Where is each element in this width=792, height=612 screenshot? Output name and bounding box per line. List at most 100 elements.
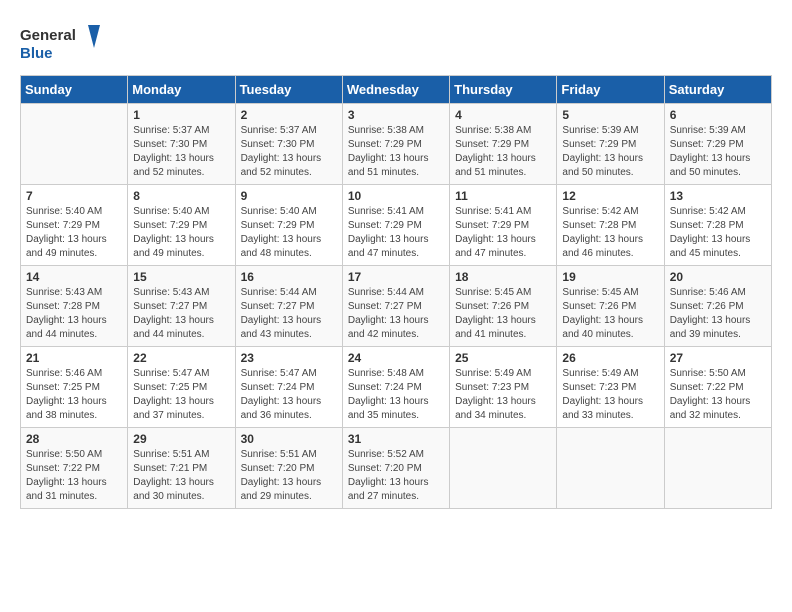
day-info: Sunrise: 5:38 AMSunset: 7:29 PMDaylight:… <box>348 124 444 180</box>
calendar-day-cell: 29Sunrise: 5:51 AMSunset: 7:21 PMDayligh… <box>128 428 235 509</box>
day-info: Sunrise: 5:41 AMSunset: 7:29 PMDaylight:… <box>348 205 444 261</box>
calendar-day-cell: 23 Sunrise: 5:47 AMSunset: 7:24 PMDayligh… <box>235 347 342 428</box>
calendar-day-cell: 7Sunrise: 5:40 AMSunset: 7:29 PMDaylight… <box>21 185 128 266</box>
calendar-day-cell: 30 Sunrise: 5:51 AMSunset: 7:20 PMDayligh… <box>235 428 342 509</box>
calendar-week-row: 21 Sunrise: 5:46 AMSunset: 7:25 PMDayligh… <box>21 347 772 428</box>
header-day-friday: Friday <box>557 76 664 104</box>
day-info: Sunrise: 5:52 AMSunset: 7:20 PMDaylight:… <box>348 448 444 504</box>
calendar-day-cell: 18 Sunrise: 5:45 AMSunset: 7:26 PMDayligh… <box>450 266 557 347</box>
header-day-sunday: Sunday <box>21 76 128 104</box>
calendar-week-row: 28Sunrise: 5:50 AMSunset: 7:22 PMDayligh… <box>21 428 772 509</box>
day-info: Sunrise: 5:37 AMSunset: 7:30 PMDaylight:… <box>241 124 337 180</box>
header-day-thursday: Thursday <box>450 76 557 104</box>
page-header: General Blue <box>20 20 772 65</box>
day-number: 22 <box>133 351 229 365</box>
svg-text:General: General <box>20 27 76 44</box>
day-number: 25 <box>455 351 551 365</box>
calendar-day-cell: 2 Sunrise: 5:37 AMSunset: 7:30 PMDaylight… <box>235 104 342 185</box>
day-number: 5 <box>562 108 658 122</box>
day-info: Sunrise: 5:42 AMSunset: 7:28 PMDaylight:… <box>562 205 658 261</box>
day-info: Sunrise: 5:46 AMSunset: 7:26 PMDaylight:… <box>670 286 766 342</box>
calendar-day-cell <box>557 428 664 509</box>
day-number: 7 <box>26 189 122 203</box>
day-number: 17 <box>348 270 444 284</box>
calendar-week-row: 14 Sunrise: 5:43 AMSunset: 7:28 PMDayligh… <box>21 266 772 347</box>
day-number: 30 <box>241 432 337 446</box>
header-day-saturday: Saturday <box>664 76 771 104</box>
day-number: 16 <box>241 270 337 284</box>
day-number: 1 <box>133 108 229 122</box>
calendar-day-cell <box>450 428 557 509</box>
day-info: Sunrise: 5:38 AMSunset: 7:29 PMDaylight:… <box>455 124 551 180</box>
day-number: 29 <box>133 432 229 446</box>
day-info: Sunrise: 5:40 AMSunset: 7:29 PMDaylight:… <box>133 205 229 261</box>
logo: General Blue <box>20 20 100 65</box>
day-number: 23 <box>241 351 337 365</box>
day-number: 28 <box>26 432 122 446</box>
day-number: 26 <box>562 351 658 365</box>
day-number: 15 <box>133 270 229 284</box>
calendar-day-cell: 1Sunrise: 5:37 AMSunset: 7:30 PMDaylight… <box>128 104 235 185</box>
day-info: Sunrise: 5:48 AMSunset: 7:24 PMDaylight:… <box>348 367 444 423</box>
day-info: Sunrise: 5:44 AMSunset: 7:27 PMDaylight:… <box>348 286 444 342</box>
calendar-day-cell: 28Sunrise: 5:50 AMSunset: 7:22 PMDayligh… <box>21 428 128 509</box>
header-day-monday: Monday <box>128 76 235 104</box>
day-number: 19 <box>562 270 658 284</box>
calendar-day-cell: 20Sunrise: 5:46 AMSunset: 7:26 PMDayligh… <box>664 266 771 347</box>
day-number: 6 <box>670 108 766 122</box>
day-info: Sunrise: 5:40 AMSunset: 7:29 PMDaylight:… <box>241 205 337 261</box>
day-info: Sunrise: 5:43 AMSunset: 7:28 PMDaylight:… <box>26 286 122 342</box>
day-number: 10 <box>348 189 444 203</box>
day-info: Sunrise: 5:39 AMSunset: 7:29 PMDaylight:… <box>670 124 766 180</box>
calendar-day-cell: 12Sunrise: 5:42 AMSunset: 7:28 PMDayligh… <box>557 185 664 266</box>
day-number: 31 <box>348 432 444 446</box>
day-number: 4 <box>455 108 551 122</box>
calendar-day-cell: 16 Sunrise: 5:44 AMSunset: 7:27 PMDayligh… <box>235 266 342 347</box>
calendar-day-cell: 22 Sunrise: 5:47 AMSunset: 7:25 PMDayligh… <box>128 347 235 428</box>
day-info: Sunrise: 5:39 AMSunset: 7:29 PMDaylight:… <box>562 124 658 180</box>
day-info: Sunrise: 5:47 AMSunset: 7:24 PMDaylight:… <box>241 367 337 423</box>
calendar-table: SundayMondayTuesdayWednesdayThursdayFrid… <box>20 75 772 509</box>
day-number: 18 <box>455 270 551 284</box>
calendar-day-cell: 31 Sunrise: 5:52 AMSunset: 7:20 PMDayligh… <box>342 428 449 509</box>
calendar-day-cell: 21 Sunrise: 5:46 AMSunset: 7:25 PMDayligh… <box>21 347 128 428</box>
day-number: 8 <box>133 189 229 203</box>
day-number: 14 <box>26 270 122 284</box>
calendar-day-cell: 8 Sunrise: 5:40 AMSunset: 7:29 PMDaylight… <box>128 185 235 266</box>
day-number: 9 <box>241 189 337 203</box>
day-number: 21 <box>26 351 122 365</box>
calendar-day-cell: 19Sunrise: 5:45 AMSunset: 7:26 PMDayligh… <box>557 266 664 347</box>
header-day-tuesday: Tuesday <box>235 76 342 104</box>
header-day-wednesday: Wednesday <box>342 76 449 104</box>
calendar-day-cell: 9 Sunrise: 5:40 AMSunset: 7:29 PMDaylight… <box>235 185 342 266</box>
day-info: Sunrise: 5:47 AMSunset: 7:25 PMDaylight:… <box>133 367 229 423</box>
day-info: Sunrise: 5:42 AMSunset: 7:28 PMDaylight:… <box>670 205 766 261</box>
calendar-header-row: SundayMondayTuesdayWednesdayThursdayFrid… <box>21 76 772 104</box>
calendar-day-cell: 13 Sunrise: 5:42 AMSunset: 7:28 PMDayligh… <box>664 185 771 266</box>
calendar-day-cell: 11 Sunrise: 5:41 AMSunset: 7:29 PMDayligh… <box>450 185 557 266</box>
calendar-week-row: 1 Sunrise: 5:37 AMSunset: 7:30 PMDaylight… <box>21 104 772 185</box>
day-info: Sunrise: 5:49 AMSunset: 7:23 PMDaylight:… <box>562 367 658 423</box>
calendar-week-row: 7 Sunrise: 5:40 AMSunset: 7:29 PMDaylight… <box>21 185 772 266</box>
day-info: Sunrise: 5:46 AMSunset: 7:25 PMDaylight:… <box>26 367 122 423</box>
calendar-day-cell: 6 Sunrise: 5:39 AMSunset: 7:29 PMDaylight… <box>664 104 771 185</box>
calendar-day-cell: 3Sunrise: 5:38 AMSunset: 7:29 PMDaylight… <box>342 104 449 185</box>
day-info: Sunrise: 5:45 AMSunset: 7:26 PMDaylight:… <box>455 286 551 342</box>
day-number: 11 <box>455 189 551 203</box>
day-info: Sunrise: 5:49 AMSunset: 7:23 PMDaylight:… <box>455 367 551 423</box>
calendar-day-cell: 26 Sunrise: 5:49 AMSunset: 7:23 PMDayligh… <box>557 347 664 428</box>
calendar-day-cell: 10 Sunrise: 5:41 AMSunset: 7:29 PMDayligh… <box>342 185 449 266</box>
calendar-day-cell: 15Sunrise: 5:43 AMSunset: 7:27 PMDayligh… <box>128 266 235 347</box>
calendar-day-cell: 14 Sunrise: 5:43 AMSunset: 7:28 PMDayligh… <box>21 266 128 347</box>
calendar-day-cell <box>21 104 128 185</box>
day-number: 27 <box>670 351 766 365</box>
calendar-day-cell: 4 Sunrise: 5:38 AMSunset: 7:29 PMDaylight… <box>450 104 557 185</box>
calendar-day-cell: 17 Sunrise: 5:44 AMSunset: 7:27 PMDayligh… <box>342 266 449 347</box>
day-info: Sunrise: 5:41 AMSunset: 7:29 PMDaylight:… <box>455 205 551 261</box>
day-info: Sunrise: 5:44 AMSunset: 7:27 PMDaylight:… <box>241 286 337 342</box>
day-number: 2 <box>241 108 337 122</box>
day-info: Sunrise: 5:51 AMSunset: 7:20 PMDaylight:… <box>241 448 337 504</box>
svg-text:Blue: Blue <box>20 45 53 62</box>
day-number: 13 <box>670 189 766 203</box>
logo-icon: General Blue <box>20 20 100 65</box>
